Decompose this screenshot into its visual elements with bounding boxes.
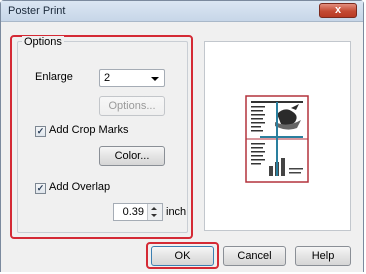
crop-marks-label[interactable]: Add Crop Marks: [49, 124, 128, 136]
cancel-button[interactable]: Cancel: [223, 246, 286, 266]
dialog-body: Options Enlarge 2 Options... ✓ Add Crop …: [1, 22, 363, 272]
overlap-spinner[interactable]: 0.39: [113, 203, 163, 221]
preview-image: [245, 95, 309, 183]
color-button[interactable]: Color...: [99, 146, 165, 166]
overlap-unit: inch: [166, 206, 187, 218]
overlap-checkbox[interactable]: ✓: [35, 183, 46, 194]
overlap-label[interactable]: Add Overlap: [49, 181, 110, 193]
help-button[interactable]: Help: [295, 246, 351, 266]
enlarge-value: 2: [104, 72, 111, 84]
options-group: Options Enlarge 2 Options... ✓ Add Crop …: [17, 36, 188, 233]
close-icon[interactable]: x: [335, 4, 341, 16]
enlarge-label: Enlarge: [35, 71, 73, 83]
arrow-up-icon[interactable]: [151, 207, 157, 210]
poster-print-dialog: Poster Print x Options Enlarge 2 Options…: [0, 0, 364, 272]
check-icon: ✓: [36, 183, 45, 193]
ok-button[interactable]: OK: [151, 246, 214, 266]
overlap-value: 0.39: [122, 206, 144, 218]
close-button[interactable]: x: [319, 3, 357, 18]
chevron-down-icon: [151, 77, 159, 81]
arrow-down-icon[interactable]: [151, 214, 157, 217]
enlarge-select[interactable]: 2: [99, 69, 165, 87]
window-title: Poster Print: [8, 5, 66, 17]
crop-marks-checkbox[interactable]: ✓: [35, 126, 46, 137]
options-group-title: Options: [22, 36, 64, 48]
poster-preview: [204, 41, 351, 231]
title-bar: Poster Print x: [1, 1, 363, 22]
spinner-arrows[interactable]: [147, 204, 162, 220]
check-icon: ✓: [36, 126, 45, 136]
preview-page: [245, 95, 309, 183]
options-button[interactable]: Options...: [99, 96, 165, 116]
